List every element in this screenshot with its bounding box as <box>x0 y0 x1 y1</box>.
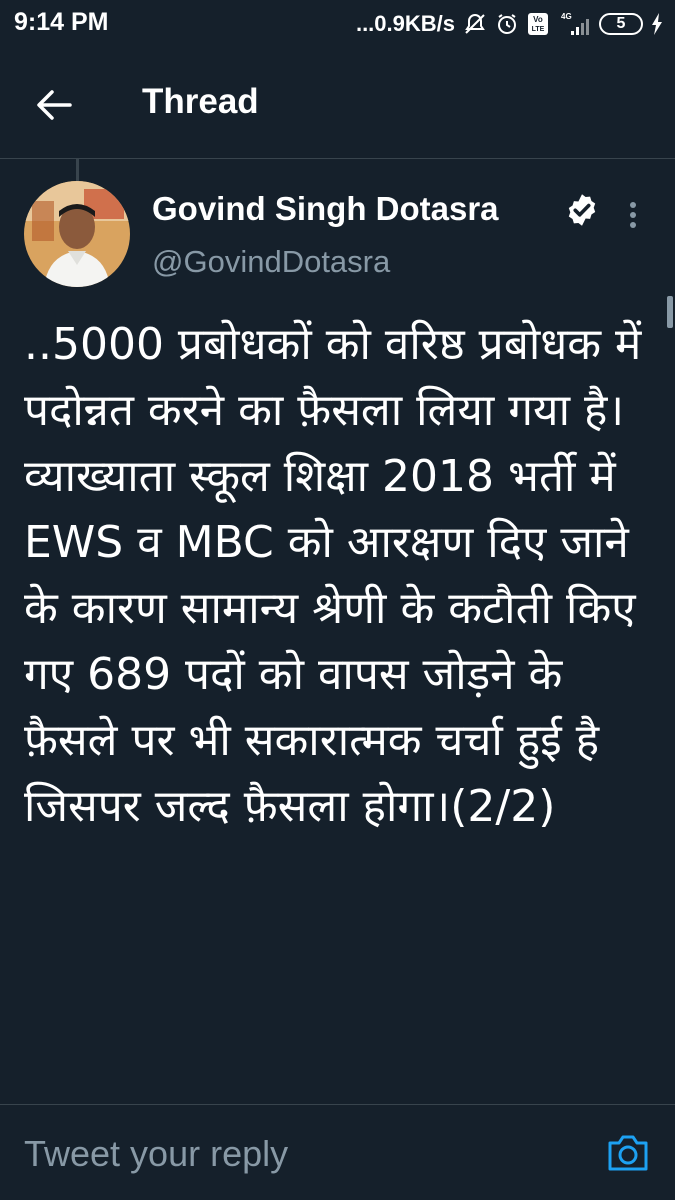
scrollbar[interactable] <box>667 296 673 328</box>
battery-level: 5 <box>616 15 626 32</box>
camera-icon <box>608 1135 648 1171</box>
home-indicator <box>0 1188 675 1200</box>
author-handle[interactable]: @GovindDotasra <box>152 244 390 280</box>
thread-connector-line <box>76 159 79 181</box>
more-vertical-icon <box>630 202 636 228</box>
alarm-icon <box>495 12 519 36</box>
volte-icon: Vo LTE <box>527 12 549 36</box>
status-icons: ...0.9KB/s Vo LTE 4G 5 <box>356 8 663 40</box>
network-speed: ...0.9KB/s <box>355 11 455 36</box>
more-options-button[interactable] <box>618 198 648 232</box>
svg-text:Vo: Vo <box>533 15 543 24</box>
author-name[interactable]: Govind Singh Dotasra <box>152 190 499 228</box>
thread-header: Thread <box>0 52 675 159</box>
camera-button[interactable] <box>602 1129 654 1177</box>
reply-input[interactable]: Tweet your reply <box>24 1129 584 1179</box>
signal-icon: 4G <box>557 11 591 37</box>
verified-badge-icon <box>568 194 596 226</box>
charging-icon <box>651 13 663 35</box>
back-button[interactable] <box>26 80 82 130</box>
dnd-off-icon <box>463 12 487 36</box>
status-time: 9:14 PM <box>14 8 109 36</box>
battery-icon: 5 <box>599 13 643 35</box>
status-bar: 9:14 PM ...0.9KB/s Vo LTE 4G 5 <box>0 0 675 52</box>
arrow-left-icon <box>37 90 72 120</box>
page-title: Thread <box>142 82 259 121</box>
svg-text:4G: 4G <box>561 12 572 21</box>
tweet-text: ..5000 प्रबोधकों को वरिष्ठ प्रबोधक में प… <box>24 319 642 832</box>
svg-text:LTE: LTE <box>532 26 545 33</box>
reply-bar: Tweet your reply <box>0 1104 675 1200</box>
avatar[interactable] <box>24 181 130 287</box>
